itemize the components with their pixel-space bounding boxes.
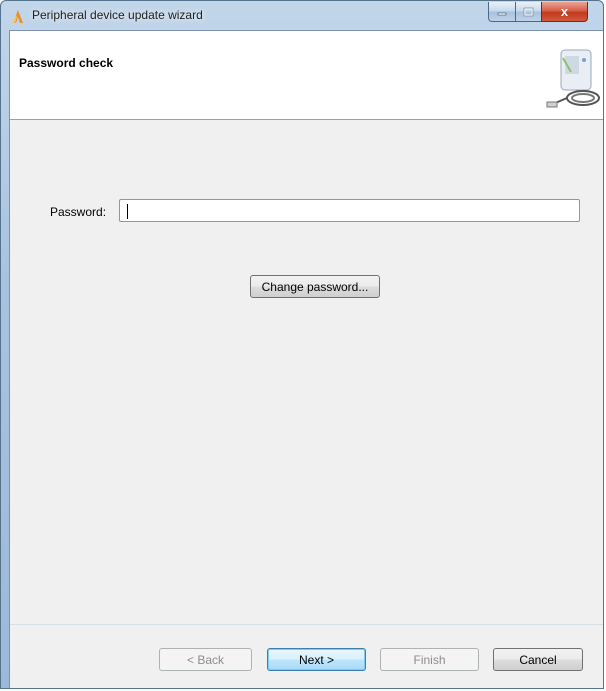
wizard-window: Peripheral device update wizard x Passwo… <box>0 0 604 689</box>
title-bar[interactable]: Peripheral device update wizard x <box>1 1 603 30</box>
page-title: Password check <box>19 56 114 70</box>
password-input[interactable] <box>119 199 580 222</box>
cancel-button[interactable]: Cancel <box>493 648 583 671</box>
password-label: Password: <box>50 205 107 219</box>
close-icon: x <box>560 4 569 19</box>
finish-button[interactable]: Finish <box>380 648 479 671</box>
footer-divider <box>10 624 603 625</box>
device-with-cable-icon <box>546 49 600 108</box>
window-title: Peripheral device update wizard <box>32 8 203 22</box>
maximize-button[interactable] <box>515 2 542 22</box>
wizard-header: Password check <box>10 31 603 120</box>
app-icon <box>12 10 23 23</box>
next-button[interactable]: Next > <box>267 648 366 671</box>
minimize-button[interactable] <box>488 2 516 22</box>
text-caret <box>127 204 128 219</box>
change-password-button[interactable]: Change password... <box>250 275 380 298</box>
wizard-client-area: Password check Password: Change password… <box>9 30 603 688</box>
back-button[interactable]: < Back <box>159 648 252 671</box>
maximize-icon <box>523 7 534 16</box>
minimize-icon <box>497 12 507 15</box>
close-button[interactable]: x <box>541 2 588 22</box>
